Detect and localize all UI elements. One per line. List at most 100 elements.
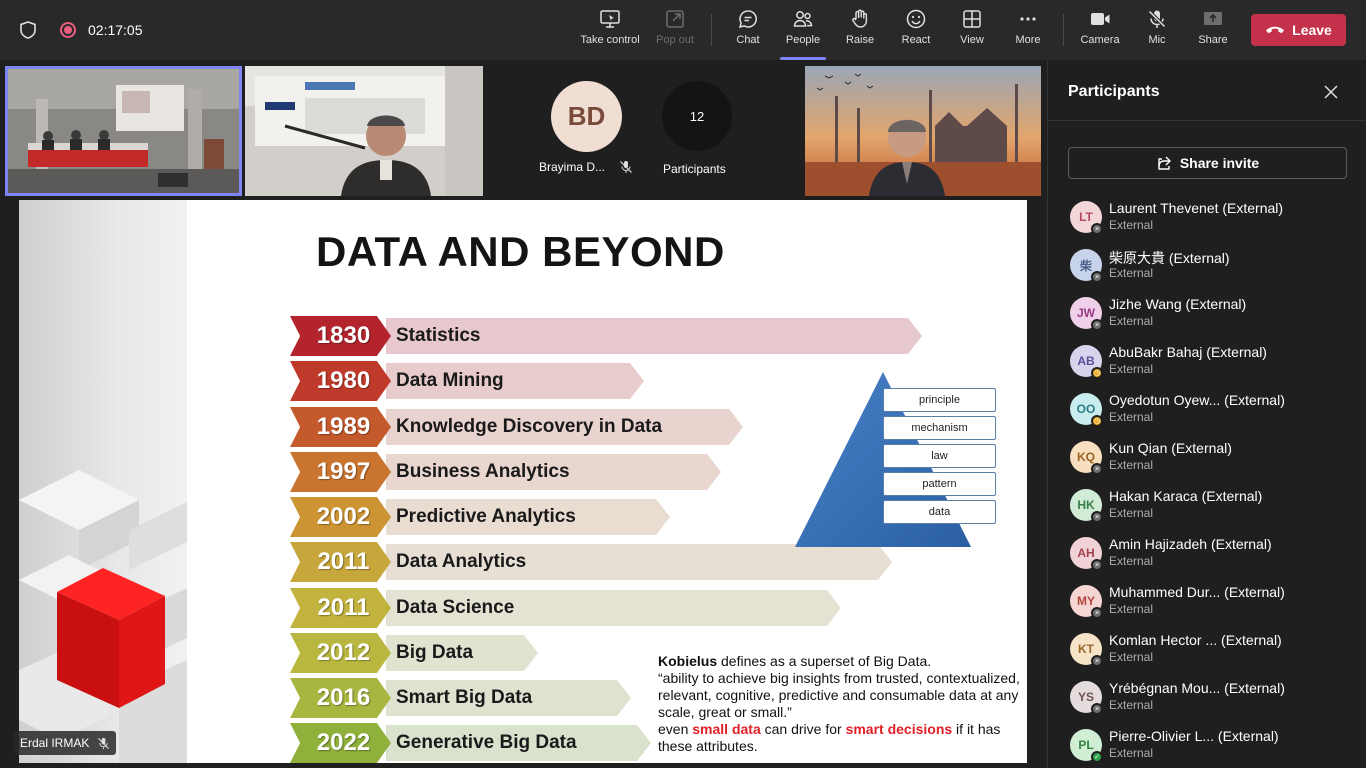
participant-avatar[interactable]: BD xyxy=(551,81,622,152)
participant-name: Laurent Thevenet (External) xyxy=(1109,200,1284,216)
mic-off-icon xyxy=(1148,10,1166,28)
participant-item[interactable]: OO ◷ Oyedotun Oyew... (External) External xyxy=(1048,387,1366,435)
view-grid-icon xyxy=(963,10,981,28)
presence-offline-icon: × xyxy=(1091,511,1103,523)
presence-offline-icon: × xyxy=(1091,703,1103,715)
more-button[interactable]: More xyxy=(1010,8,1046,54)
red-cube-image xyxy=(19,470,187,763)
timeline-year: 2011 xyxy=(290,542,391,582)
participant-role: External xyxy=(1109,410,1154,424)
shield-icon[interactable] xyxy=(18,20,38,40)
participant-item[interactable]: JW × Jizhe Wang (External) External xyxy=(1048,291,1366,339)
camera-icon xyxy=(1091,13,1110,25)
screen-share-control-icon xyxy=(600,10,620,28)
participant-role: External xyxy=(1109,602,1154,616)
kobielus-quote: Kobielus defines as a superset of Big Da… xyxy=(658,653,1020,754)
share-invite-button[interactable]: Share invite xyxy=(1068,147,1347,179)
participant-item[interactable]: KT × Komlan Hector ... (External) External xyxy=(1048,627,1366,675)
presence-away-icon: ◷ xyxy=(1091,415,1103,427)
chat-icon xyxy=(738,10,757,29)
participant-item[interactable]: AH × Amin Hajizadeh (External) External xyxy=(1048,531,1366,579)
participant-name: AbuBakr Bahaj (External) xyxy=(1109,344,1267,360)
toolbar-divider xyxy=(711,14,712,46)
slide-side-image xyxy=(19,200,187,763)
timeline-label: Data Science xyxy=(396,597,515,618)
share-button[interactable]: Share xyxy=(1196,8,1230,54)
kobielus-name: Kobielus xyxy=(658,653,718,669)
participant-item[interactable]: MY × Muhammed Dur... (External) External xyxy=(1048,579,1366,627)
slide-title: DATA AND BEYOND xyxy=(316,228,725,275)
raise-hand-icon xyxy=(852,9,868,28)
video-tile-remote[interactable] xyxy=(805,66,1041,196)
leave-button[interactable]: Leave xyxy=(1251,14,1346,46)
raise-hand-button[interactable]: Raise xyxy=(841,8,879,54)
timeline-label: Statistics xyxy=(396,325,481,346)
participant-name: Pierre-Olivier L... (External) xyxy=(1109,728,1279,744)
participant-item[interactable]: YS × Yrébégnan Mou... (External) External xyxy=(1048,675,1366,723)
timeline-year: 1830 xyxy=(290,316,391,356)
react-button[interactable]: React xyxy=(898,8,934,54)
close-icon[interactable] xyxy=(1323,84,1339,100)
presence-offline-icon: × xyxy=(1091,607,1103,619)
participant-item[interactable]: KQ × Kun Qian (External) External xyxy=(1048,435,1366,483)
presence-offline-icon: × xyxy=(1091,223,1103,235)
people-button[interactable]: People xyxy=(780,8,826,60)
timeline-label: Predictive Analytics xyxy=(396,506,576,527)
meeting-timer: 02:17:05 xyxy=(88,22,143,38)
participant-role: External xyxy=(1109,746,1154,760)
mic-button[interactable]: Mic xyxy=(1144,8,1170,54)
video-tile-room[interactable] xyxy=(5,66,242,196)
timeline-year: 2016 xyxy=(290,678,391,718)
participant-name: Oyedotun Oyew... (External) xyxy=(1109,392,1285,408)
pyramid-level-box: mechanism xyxy=(883,416,996,440)
panel-divider xyxy=(1048,120,1366,121)
chat-button[interactable]: Chat xyxy=(729,8,767,54)
timeline-year: 1980 xyxy=(290,361,391,401)
participant-role: External xyxy=(1109,218,1154,232)
participant-name: Hakan Karaca (External) xyxy=(1109,488,1263,504)
react-smile-icon xyxy=(906,9,926,29)
presence-available-icon: ✓ xyxy=(1091,751,1103,763)
room-video-feed xyxy=(8,69,239,193)
participant-role: External xyxy=(1109,698,1154,712)
participant-name-label: Brayima D... xyxy=(539,160,606,174)
meeting-toolbar: 02:17:05 Take control Pop out Chat Peopl… xyxy=(0,0,1366,60)
participant-item[interactable]: PL ✓ Pierre-Olivier L... (External) Externa… xyxy=(1048,723,1366,768)
hang-up-icon xyxy=(1266,26,1285,34)
presence-offline-icon: × xyxy=(1091,559,1103,571)
teams-meeting-window: 02:17:05 Take control Pop out Chat Peopl… xyxy=(0,0,1366,768)
share-icon xyxy=(1158,156,1171,170)
pyramid-level-box: pattern xyxy=(883,472,996,496)
presenter-name-tag: Erdal IRMAK xyxy=(14,731,117,755)
smart-decisions-highlight: smart decisions xyxy=(845,721,953,737)
participant-list: LT × Laurent Thevenet (External) External 柴 ×… xyxy=(1048,195,1366,768)
participant-item[interactable]: 柴 × 柴原大貴 (External) External xyxy=(1048,243,1366,291)
timeline-label: Big Data xyxy=(396,642,474,663)
participant-item[interactable]: LT × Laurent Thevenet (External) External xyxy=(1048,195,1366,243)
timeline-label: Business Analytics xyxy=(396,461,570,482)
take-control-button[interactable]: Take control xyxy=(576,8,644,54)
camera-button[interactable]: Camera xyxy=(1078,8,1122,54)
presence-offline-icon: × xyxy=(1091,463,1103,475)
participant-name: Jizhe Wang (External) xyxy=(1109,296,1247,312)
participant-item[interactable]: AB ◷ AbuBakr Bahaj (External) External xyxy=(1048,339,1366,387)
shared-slide: DATA AND BEYOND 1830 Statistics 1980 Data M… xyxy=(19,200,1027,763)
participants-panel: Participants Share invite LT × Laurent The… xyxy=(1047,60,1366,768)
participant-name: 柴原大貴 (External) xyxy=(1109,250,1230,266)
video-tile-speaker[interactable] xyxy=(245,66,483,196)
kobielus-intro: defines as a superset of Big Data. xyxy=(717,653,932,669)
small-data-highlight: small data xyxy=(692,721,761,737)
participant-role: External xyxy=(1109,650,1154,664)
timeline-label: Data Mining xyxy=(396,370,504,391)
pyramid-level-box: data xyxy=(883,500,996,524)
participant-role: External xyxy=(1109,506,1154,520)
presence-offline-icon: × xyxy=(1091,271,1103,283)
view-button[interactable]: View xyxy=(955,8,989,54)
pyramid-level-box: principle xyxy=(883,388,996,412)
timeline-label: Knowledge Discovery in Data xyxy=(396,416,663,437)
participant-item[interactable]: HK × Hakan Karaca (External) External xyxy=(1048,483,1366,531)
pop-out-button[interactable]: Pop out xyxy=(650,8,700,54)
kobielus-definition: “ability to achieve big insights from tr… xyxy=(658,670,1020,720)
participant-role: External xyxy=(1109,458,1154,472)
participant-count-bubble[interactable]: 12 xyxy=(662,81,732,151)
